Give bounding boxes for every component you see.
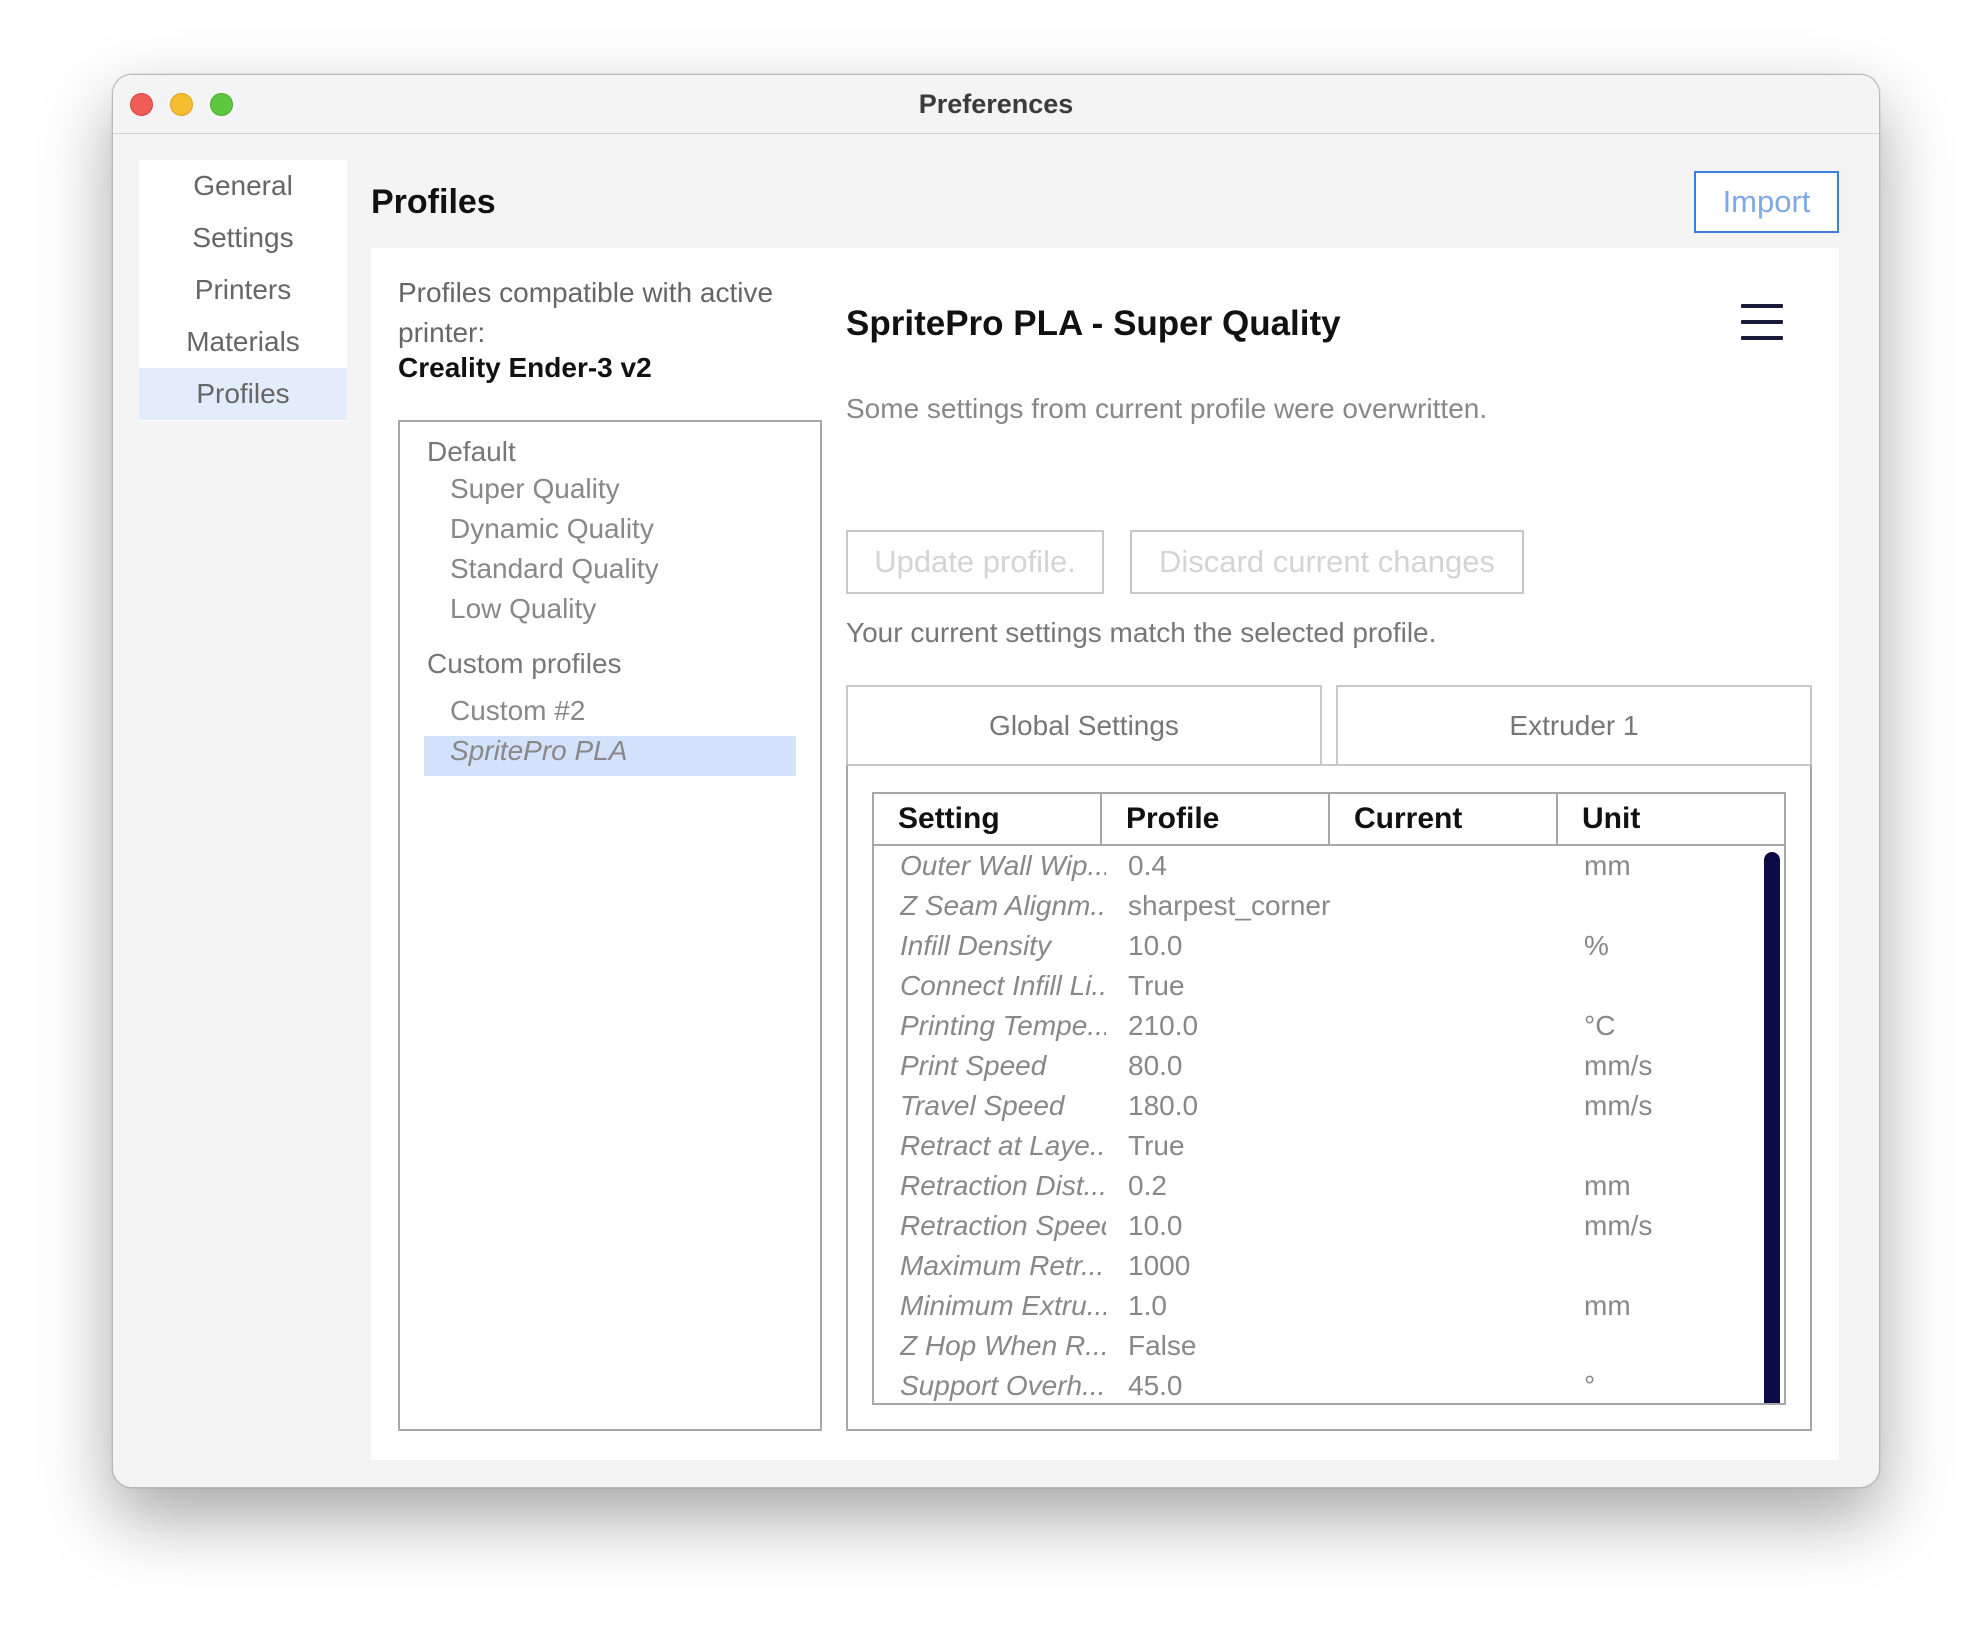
compatible-profiles-label: Profiles compatible with active printer: <box>398 277 774 348</box>
page-title: Profiles <box>371 183 496 221</box>
tab-global-settings[interactable]: Global Settings <box>846 685 1322 767</box>
profile-value-cell: False <box>1128 1330 1197 1361</box>
table-row[interactable]: Travel Speed 180.0 mm/s <box>874 1086 1784 1126</box>
setting-cell: Retraction Speed <box>900 1210 1106 1241</box>
profile-value-cell: 180.0 <box>1128 1090 1199 1121</box>
profile-value-cell: 45.0 <box>1128 1370 1183 1401</box>
import-button[interactable]: Import <box>1694 171 1839 233</box>
preferences-window: Preferences General Settings Printers Ma… <box>112 74 1880 1488</box>
unit-cell: % <box>1584 930 1609 961</box>
setting-cell: Print Speed <box>900 1050 1047 1081</box>
profile-list: Default Super Quality Dynamic Quality St… <box>398 420 822 1431</box>
column-header-unit[interactable]: Unit <box>1558 794 1784 844</box>
sidebar: General Settings Printers Materials Prof… <box>139 160 347 421</box>
profile-value-cell: 10.0 <box>1128 1210 1183 1241</box>
profile-value-cell: 0.4 <box>1128 850 1167 881</box>
setting-cell: Connect Infill Li... <box>900 970 1106 1001</box>
profile-value-cell: 10.0 <box>1128 930 1183 961</box>
table-row[interactable]: Minimum Extru... 1.0 mm <box>874 1286 1784 1326</box>
profile-item-standard-quality[interactable]: Standard Quality <box>450 553 659 585</box>
column-header-profile[interactable]: Profile <box>1102 794 1330 844</box>
setting-cell: Infill Density <box>900 930 1051 961</box>
profile-item-super-quality[interactable]: Super Quality <box>450 473 620 505</box>
profile-value-cell: 0.2 <box>1128 1170 1167 1201</box>
sidebar-item-settings[interactable]: Settings <box>139 212 347 264</box>
window-title: Preferences <box>918 89 1074 119</box>
table-row[interactable]: Infill Density 10.0% <box>874 926 1784 966</box>
profile-value-cell: True <box>1128 970 1185 1001</box>
table-row[interactable]: Print Speed 80.0 mm/s <box>874 1046 1784 1086</box>
table-row[interactable]: Z Seam Alignm... sharpest_corner <box>874 886 1784 926</box>
update-profile-button[interactable]: Update profile. <box>846 530 1104 594</box>
profile-value-cell: 80.0 <box>1128 1050 1183 1081</box>
profile-value-cell: 1000 <box>1128 1250 1191 1281</box>
unit-cell: mm/s <box>1584 1210 1653 1241</box>
unit-cell: mm/s <box>1584 1090 1653 1121</box>
profile-group-custom: Custom profiles <box>427 648 622 679</box>
column-header-setting[interactable]: Setting <box>874 794 1102 844</box>
setting-cell: Retraction Dist... <box>900 1170 1106 1201</box>
table-row[interactable]: Retraction Dist... 0.2 mm <box>874 1166 1784 1206</box>
setting-cell: Printing Tempe... <box>900 1010 1106 1041</box>
table-row[interactable]: Z Hop When R... False <box>874 1326 1784 1366</box>
profile-name-heading: SpritePro PLA - Super Quality <box>846 304 1341 343</box>
table-row[interactable]: Retraction Speed 10.0 mm/s <box>874 1206 1784 1246</box>
table-row[interactable]: Printing Tempe... 210.0 °C <box>874 1006 1784 1046</box>
profile-item-custom-2[interactable]: Custom #2 <box>450 695 585 727</box>
settings-match-message: Your current settings match the selected… <box>846 617 1437 648</box>
setting-cell: Retract at Laye... <box>900 1130 1106 1161</box>
profile-value-cell: 1.0 <box>1128 1290 1167 1321</box>
profile-value-cell: True <box>1128 1130 1185 1161</box>
unit-cell: °C <box>1584 1010 1616 1041</box>
setting-cell: Maximum Retr... <box>900 1250 1105 1281</box>
profile-item-low-quality[interactable]: Low Quality <box>450 593 596 625</box>
unit-cell: mm <box>1584 1170 1631 1201</box>
sidebar-item-general[interactable]: General <box>139 160 347 212</box>
unit-cell: ° <box>1584 1370 1596 1401</box>
setting-cell: Minimum Extru... <box>900 1290 1106 1321</box>
title-bar: Preferences <box>113 75 1879 134</box>
table-row[interactable]: Maximum Retr... 1000 <box>874 1246 1784 1286</box>
profile-group-default: Default <box>427 436 516 467</box>
setting-cell: Z Seam Alignm... <box>900 890 1106 921</box>
unit-cell: mm <box>1584 1290 1631 1321</box>
hamburger-menu-icon[interactable] <box>1741 304 1783 340</box>
column-header-current[interactable]: Current <box>1330 794 1558 844</box>
tab-extruder-1[interactable]: Extruder 1 <box>1336 685 1812 767</box>
setting-cell: Travel Speed <box>900 1090 1065 1121</box>
discard-changes-button[interactable]: Discard current changes <box>1130 530 1524 594</box>
sidebar-item-printers[interactable]: Printers <box>139 264 347 316</box>
unit-cell: mm/s <box>1584 1050 1653 1081</box>
setting-cell: Support Overh... <box>900 1370 1106 1401</box>
active-printer-name: Creality Ender-3 v2 <box>398 352 652 383</box>
setting-cell: Z Hop When R... <box>900 1330 1106 1361</box>
table-row[interactable]: Retract at Laye... True <box>874 1126 1784 1166</box>
unit-cell: mm <box>1584 850 1631 881</box>
profile-item-dynamic-quality[interactable]: Dynamic Quality <box>450 513 654 545</box>
table-row[interactable]: Connect Infill Li... True <box>874 966 1784 1006</box>
settings-table: Setting Profile Current Unit Outer Wall … <box>872 792 1786 1405</box>
table-rows: Outer Wall Wip... 0.4 mm Z Seam Alignm... sh… <box>874 846 1784 1403</box>
table-header: Setting Profile Current Unit <box>874 794 1784 846</box>
profiles-content: Profiles compatible with active printer:… <box>371 248 1839 1460</box>
table-row[interactable]: Support Overh... 45.0 ° <box>874 1366 1784 1403</box>
overwritten-message: Some settings from current profile were … <box>846 393 1488 424</box>
profile-item-spritepro-pla[interactable]: SpritePro PLA <box>450 735 627 767</box>
setting-cell: Outer Wall Wip... <box>900 850 1106 881</box>
sidebar-item-profiles[interactable]: Profiles <box>139 368 347 420</box>
settings-tab-panel: Setting Profile Current Unit Outer Wall … <box>846 764 1812 1431</box>
profile-value-cell: 210.0 <box>1128 1010 1199 1041</box>
table-scrollbar[interactable] <box>1764 852 1780 1403</box>
profile-value-cell: sharpest_corner <box>1128 890 1331 921</box>
sidebar-item-materials[interactable]: Materials <box>139 316 347 368</box>
table-row[interactable]: Outer Wall Wip... 0.4 mm <box>874 846 1784 886</box>
